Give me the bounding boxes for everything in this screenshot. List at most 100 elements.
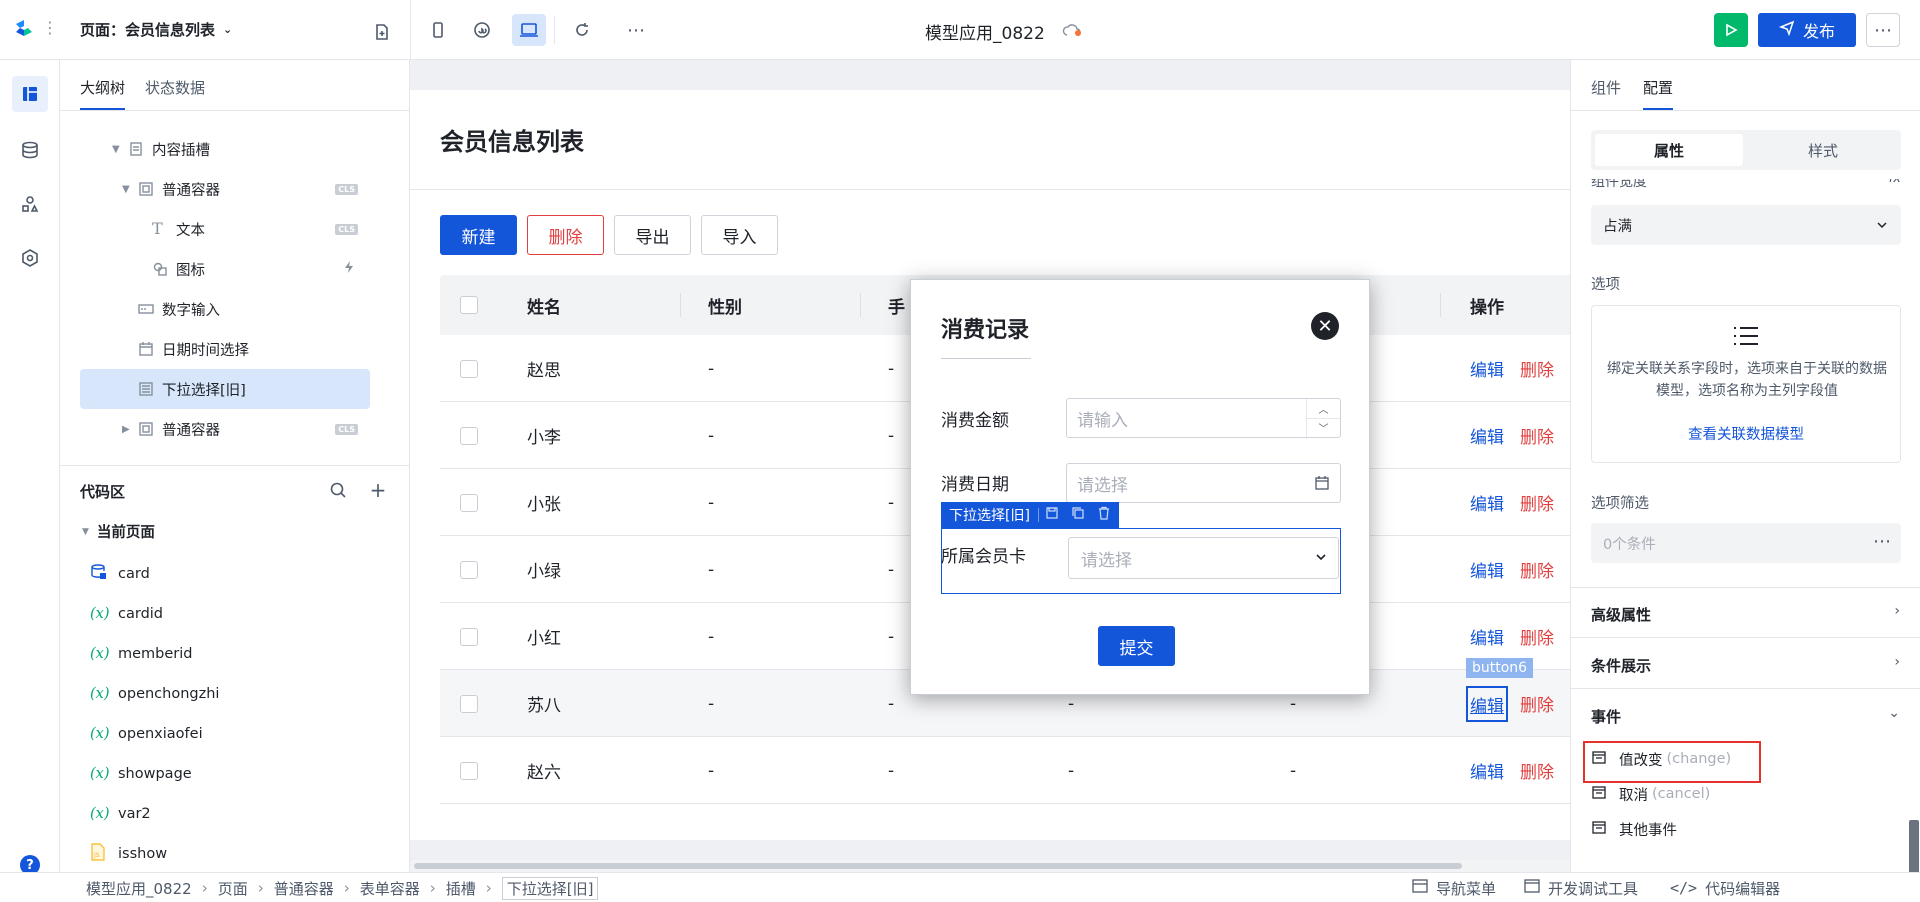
tree-item-select-old[interactable]: 下拉选择[旧]: [80, 369, 370, 409]
app-logo[interactable]: [12, 16, 36, 40]
code-item-var[interactable]: (x) openxiaofei: [90, 714, 203, 754]
card-select[interactable]: 请选择: [1068, 537, 1339, 579]
add-page-icon[interactable]: [370, 20, 394, 44]
components-icon[interactable]: [12, 186, 48, 222]
tree-item-text[interactable]: T 文本 CLS: [80, 209, 370, 249]
breadcrumb-item[interactable]: 模型应用_0822: [86, 878, 192, 899]
stepper-down-icon[interactable]: ﹀: [1307, 419, 1340, 438]
events-section[interactable]: 事件 ⌄: [1571, 690, 1920, 740]
amount-input[interactable]: 请输入 ︿ ﹀: [1066, 398, 1341, 438]
code-item-var[interactable]: (x) openchongzhi: [90, 674, 219, 714]
scrollbar-thumb[interactable]: [414, 863, 1462, 869]
code-item-var[interactable]: (x) showpage: [90, 754, 192, 794]
more-horizontal-icon[interactable]: ⋯: [1873, 531, 1891, 552]
tab-components[interactable]: 组件: [1591, 77, 1621, 108]
tree-item-icon[interactable]: 图标: [80, 249, 370, 289]
tree-item-container-2[interactable]: ▶ 普通容器 CLS: [80, 409, 370, 449]
date-label: 消费日期: [941, 475, 1009, 495]
code-editor-button[interactable]: </> 代码编辑器: [1670, 873, 1780, 902]
delete-link[interactable]: 删除: [1520, 402, 1554, 469]
edit-link[interactable]: 编辑: [1470, 335, 1504, 402]
delete-link[interactable]: 删除: [1520, 670, 1554, 737]
row-checkbox[interactable]: [460, 402, 478, 469]
trash-icon[interactable]: [1091, 506, 1119, 524]
segment-styles[interactable]: 样式: [1749, 134, 1897, 166]
event-cancel[interactable]: 取消 (cancel): [1591, 779, 1710, 809]
outline-icon[interactable]: [12, 76, 48, 112]
date-input[interactable]: 请选择: [1066, 463, 1341, 503]
nav-menu-button[interactable]: 导航菜单: [1412, 873, 1496, 902]
more-horizontal-icon[interactable]: ⋯: [622, 16, 650, 44]
page-selector[interactable]: 页面：会员信息列表 ⌄: [80, 19, 232, 40]
event-value-change[interactable]: 值改变 (change): [1591, 744, 1731, 774]
row-checkbox[interactable]: [460, 536, 478, 603]
edit-link-selected[interactable]: 编辑: [1466, 686, 1508, 722]
width-select[interactable]: 占满: [1591, 205, 1901, 245]
edit-link[interactable]: 编辑: [1470, 536, 1504, 603]
event-other[interactable]: 其他事件: [1591, 814, 1677, 844]
mini-program-icon[interactable]: [468, 16, 496, 44]
row-checkbox[interactable]: [460, 335, 478, 402]
filter-field[interactable]: 0个条件 ⋯: [1591, 523, 1901, 563]
row-checkbox[interactable]: [460, 670, 478, 737]
tree-item-container[interactable]: ▼ 普通容器 CLS: [80, 169, 370, 209]
view-model-link[interactable]: 查看关联数据模型: [1592, 423, 1900, 444]
refresh-icon[interactable]: [568, 16, 596, 44]
code-item-card[interactable]: card: [90, 554, 150, 594]
tab-outline[interactable]: 大纲树: [80, 77, 126, 111]
export-button[interactable]: 导出: [614, 215, 691, 255]
delete-link[interactable]: 删除: [1520, 737, 1554, 804]
breadcrumb-item-current[interactable]: 下拉选择[旧]: [501, 876, 599, 900]
new-button[interactable]: 新建: [440, 215, 517, 255]
code-item-var[interactable]: (x) var2: [90, 794, 151, 834]
search-icon[interactable]: [326, 478, 350, 502]
row-checkbox[interactable]: [460, 603, 478, 670]
tree-item-content-slot[interactable]: ▼ 内容插槽: [80, 129, 370, 169]
mobile-view-icon[interactable]: [424, 16, 452, 44]
code-item-file[interactable]: JS isshow: [90, 834, 167, 874]
add-icon[interactable]: +: [366, 478, 390, 502]
code-item-var[interactable]: (x) cardid: [90, 594, 163, 634]
stepper-up-icon[interactable]: ︿: [1307, 399, 1340, 419]
tab-config[interactable]: 配置: [1643, 77, 1674, 111]
segment-properties[interactable]: 属性: [1595, 134, 1743, 166]
edit-link[interactable]: 编辑: [1470, 469, 1504, 536]
desktop-view-icon[interactable]: [512, 14, 546, 46]
edit-link[interactable]: 编辑: [1470, 402, 1504, 469]
delete-link[interactable]: 删除: [1520, 335, 1554, 402]
current-page-group[interactable]: ▼ 当前页面: [82, 521, 155, 542]
delete-link[interactable]: 删除: [1520, 536, 1554, 603]
breadcrumb-item[interactable]: 页面: [218, 878, 248, 899]
advanced-section[interactable]: 高级属性 ›: [1571, 588, 1920, 638]
vertical-scrollbar-thumb[interactable]: [1909, 820, 1919, 880]
tab-state-data[interactable]: 状态数据: [145, 77, 205, 108]
more-options-button[interactable]: ⋯: [1866, 13, 1900, 47]
horizontal-scrollbar[interactable]: [410, 860, 1570, 872]
copy-icon[interactable]: [1065, 506, 1091, 524]
more-vertical-icon[interactable]: ⋮: [42, 18, 58, 37]
breadcrumb-item[interactable]: 插槽: [446, 878, 476, 899]
delete-link[interactable]: 删除: [1520, 469, 1554, 536]
publish-button[interactable]: 发布: [1758, 13, 1856, 47]
tree-item-number-input[interactable]: 数字输入: [80, 289, 370, 329]
submit-button[interactable]: 提交: [1098, 626, 1175, 666]
number-stepper[interactable]: ︿ ﹀: [1306, 399, 1340, 437]
conditional-section[interactable]: 条件展示 ›: [1571, 639, 1920, 689]
close-icon[interactable]: ✕: [1311, 312, 1339, 340]
delete-button[interactable]: 删除: [527, 215, 604, 255]
fx-icon[interactable]: fx: [1889, 179, 1901, 186]
row-checkbox[interactable]: [460, 737, 478, 804]
database-icon[interactable]: [12, 132, 48, 168]
edit-link[interactable]: 编辑: [1470, 737, 1504, 804]
settings-hex-icon[interactable]: [12, 240, 48, 276]
save-icon[interactable]: [1039, 506, 1065, 524]
select-all-checkbox[interactable]: [460, 296, 478, 314]
run-button[interactable]: [1714, 13, 1748, 47]
tree-item-datetime[interactable]: 日期时间选择: [80, 329, 370, 369]
breadcrumb-item[interactable]: 表单容器: [360, 878, 420, 899]
row-checkbox[interactable]: [460, 469, 478, 536]
dev-tools-button[interactable]: 开发调试工具: [1524, 873, 1638, 902]
breadcrumb-item[interactable]: 普通容器: [274, 878, 334, 899]
code-item-var[interactable]: (x) memberid: [90, 634, 193, 674]
import-button[interactable]: 导入: [701, 215, 778, 255]
